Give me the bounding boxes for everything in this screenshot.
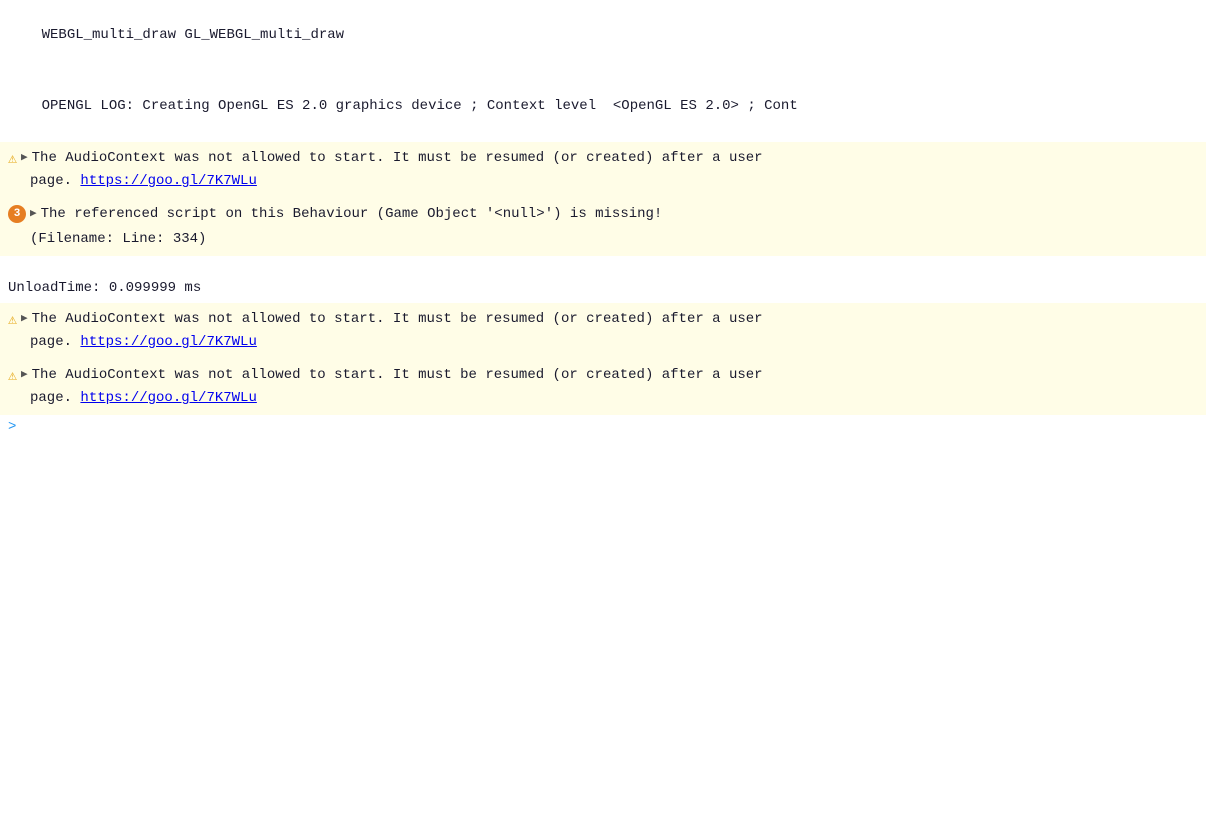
- error-cont-text-1: (Filename: Line: 334): [30, 231, 206, 247]
- warning-main-text-2: The AudioContext was not allowed to star…: [32, 311, 763, 327]
- warning-row-3: ⚠ ▶ The AudioContext was not allowed to …: [0, 363, 1206, 388]
- warning-row-1: ⚠ ▶ The AudioContext was not allowed to …: [0, 146, 1206, 171]
- prompt-symbol: >: [8, 419, 16, 435]
- error-main-text-1: The referenced script on this Behaviour …: [41, 206, 663, 222]
- opengl-log-line: OPENGL LOG: Creating OpenGL ES 2.0 graph…: [0, 71, 1206, 142]
- spacer-1: [0, 256, 1206, 274]
- warning-text-1: The AudioContext was not allowed to star…: [32, 148, 1198, 169]
- expand-arrow-2[interactable]: ▶: [21, 311, 28, 325]
- warning-block-3: ⚠ ▶ The AudioContext was not allowed to …: [0, 359, 1206, 415]
- warning-icon-3: ⚠: [8, 366, 17, 385]
- prompt-line: >: [0, 415, 1206, 439]
- expand-arrow-error-1[interactable]: ▶: [30, 206, 37, 220]
- expand-arrow-1[interactable]: ▶: [21, 150, 28, 164]
- warning-block-1: ⚠ ▶ The AudioContext was not allowed to …: [0, 142, 1206, 198]
- error-continuation-1: (Filename: Line: 334): [0, 227, 1206, 252]
- warning-link-1[interactable]: https://goo.gl/7K7WLu: [80, 173, 256, 189]
- warning-link-3[interactable]: https://goo.gl/7K7WLu: [80, 390, 256, 406]
- unload-text: UnloadTime: 0.099999 ms: [8, 280, 201, 296]
- warning-link-text-3: https://goo.gl/7K7WLu: [80, 390, 256, 406]
- warning-link-text-2: https://goo.gl/7K7WLu: [80, 334, 256, 350]
- prompt-arrow-icon: >: [8, 419, 16, 435]
- warning-continuation-2: page. https://goo.gl/7K7WLu: [0, 332, 1206, 355]
- warning-icon-2: ⚠: [8, 310, 17, 329]
- unload-line: UnloadTime: 0.099999 ms: [0, 274, 1206, 303]
- warning-icon-1: ⚠: [8, 149, 17, 168]
- warning-main-text-3: The AudioContext was not allowed to star…: [32, 367, 763, 383]
- warning-cont-text-1: page.: [30, 173, 72, 189]
- error-block-1: 3 ▶ The referenced script on this Behavi…: [0, 198, 1206, 256]
- webgl-log-text: WEBGL_multi_draw GL_WEBGL_multi_draw: [42, 27, 344, 43]
- error-row-1: 3 ▶ The referenced script on this Behavi…: [0, 202, 1206, 227]
- expand-arrow-3[interactable]: ▶: [21, 367, 28, 381]
- warning-link-text-1: https://goo.gl/7K7WLu: [80, 173, 256, 189]
- warning-row-2: ⚠ ▶ The AudioContext was not allowed to …: [0, 307, 1206, 332]
- error-badge-1: 3: [8, 205, 26, 223]
- error-text-1: The referenced script on this Behaviour …: [41, 204, 1198, 225]
- webgl-log-line: WEBGL_multi_draw GL_WEBGL_multi_draw: [0, 0, 1206, 71]
- console-container: WEBGL_multi_draw GL_WEBGL_multi_draw OPE…: [0, 0, 1206, 828]
- warning-link-2[interactable]: https://goo.gl/7K7WLu: [80, 334, 256, 350]
- warning-text-3: The AudioContext was not allowed to star…: [32, 365, 1198, 386]
- warning-continuation-1: page. https://goo.gl/7K7WLu: [0, 171, 1206, 194]
- warning-cont-text-3: page.: [30, 390, 72, 406]
- warning-block-2: ⚠ ▶ The AudioContext was not allowed to …: [0, 303, 1206, 359]
- error-badge-text-1: 3: [14, 208, 21, 220]
- warning-cont-text-2: page.: [30, 334, 72, 350]
- warning-main-text-1: The AudioContext was not allowed to star…: [32, 150, 763, 166]
- warning-text-2: The AudioContext was not allowed to star…: [32, 309, 1198, 330]
- warning-continuation-3: page. https://goo.gl/7K7WLu: [0, 388, 1206, 411]
- opengl-log-text: OPENGL LOG: Creating OpenGL ES 2.0 graph…: [42, 98, 798, 114]
